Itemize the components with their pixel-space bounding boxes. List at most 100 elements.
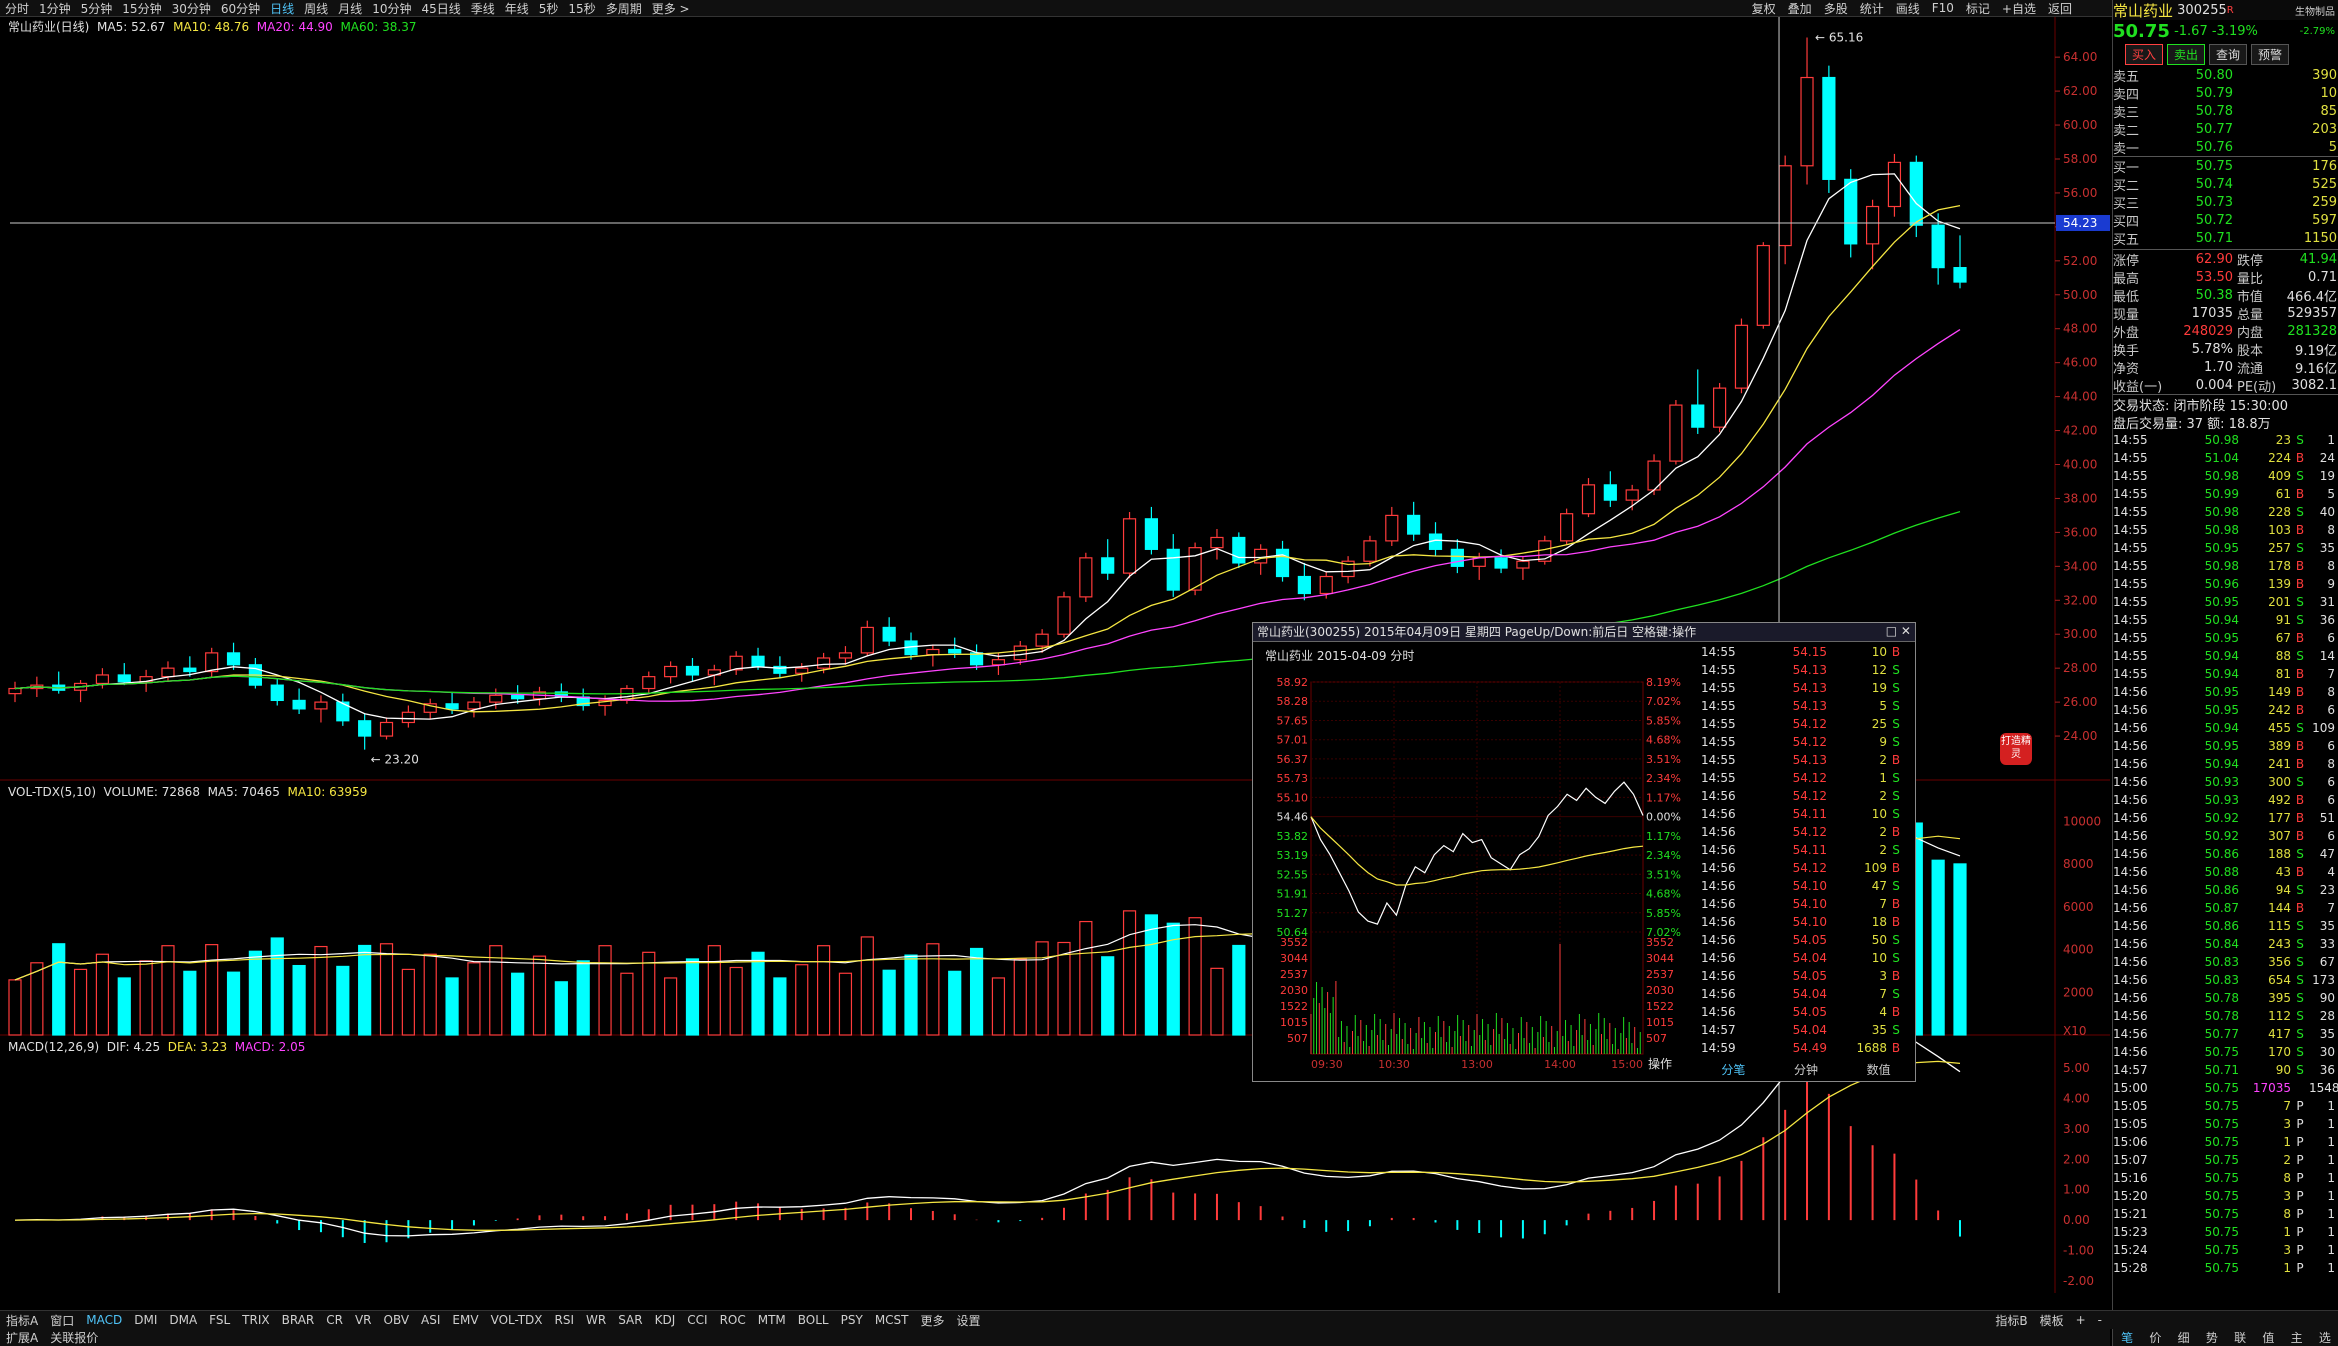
trade-button-2[interactable]: 查询 (2209, 43, 2248, 65)
period-10[interactable]: 45日线 (416, 0, 465, 17)
candle-body[interactable] (1254, 548, 1268, 564)
indicator-6[interactable]: TRIX (236, 1313, 275, 1327)
quote-tab-5[interactable]: 值 (2254, 1329, 2282, 1346)
period-5[interactable]: 60分钟 (216, 0, 265, 17)
candle-body[interactable] (795, 667, 809, 674)
candle-body[interactable] (1560, 513, 1574, 542)
candle-body[interactable] (1581, 484, 1596, 515)
quote-tab-4[interactable]: 联 (2226, 1329, 2254, 1346)
period-11[interactable]: 季线 (466, 0, 500, 17)
indicator-right-3[interactable]: - (2092, 1313, 2108, 1327)
candle-body[interactable] (991, 659, 1006, 666)
indicator-14[interactable]: RSI (549, 1313, 581, 1327)
candle-body[interactable] (511, 694, 525, 700)
popup-tab-1[interactable]: 分钟 (1770, 1061, 1843, 1078)
indicator-16[interactable]: SAR (612, 1313, 648, 1327)
candle-body[interactable] (205, 652, 219, 673)
tool-2[interactable]: 多股 (1818, 0, 1854, 17)
candle-body[interactable] (1953, 267, 1967, 283)
candle-body[interactable] (664, 665, 678, 678)
period-0[interactable]: 分时 (0, 0, 34, 17)
candle-body[interactable] (1734, 324, 1749, 389)
period-8[interactable]: 月线 (333, 0, 367, 17)
candle-body[interactable] (1275, 548, 1290, 578)
candle-body[interactable] (1931, 224, 1945, 269)
candle-body[interactable] (1887, 161, 1902, 208)
tool-6[interactable]: 标记 (1960, 0, 1996, 17)
trade-button-1[interactable]: 卖出 (2167, 43, 2206, 65)
candle-body[interactable] (401, 711, 415, 724)
candle-body[interactable] (685, 665, 700, 676)
indicator-12[interactable]: EMV (446, 1313, 484, 1327)
indicator-right-2[interactable]: + (2070, 1313, 2092, 1327)
indicator-8[interactable]: CR (320, 1313, 349, 1327)
candle-body[interactable] (926, 648, 940, 656)
candle-body[interactable] (183, 667, 197, 673)
candle-body[interactable] (1713, 387, 1727, 428)
candle-body[interactable] (1865, 205, 1880, 245)
intraday-popup[interactable]: 常山药业(300255) 2015年04月09日 星期四 PageUp/Down… (1252, 622, 1916, 1082)
candle-body[interactable] (445, 703, 459, 710)
indicator-19[interactable]: ROC (714, 1313, 752, 1327)
tool-0[interactable]: 复权 (1746, 0, 1782, 17)
indicator-25[interactable]: 设置 (951, 1312, 987, 1329)
indicator-9[interactable]: VR (349, 1313, 378, 1327)
period-14[interactable]: 15秒 (563, 0, 600, 17)
candle-body[interactable] (379, 721, 394, 737)
candle-body[interactable] (489, 694, 503, 703)
indicator-2[interactable]: MACD (80, 1313, 128, 1327)
candle-body[interactable] (1625, 489, 1639, 501)
candle-body[interactable] (95, 674, 110, 685)
candle-body[interactable] (1691, 404, 1705, 428)
close-icon[interactable]: □ ✕ (1886, 624, 1911, 638)
candle-body[interactable] (838, 652, 853, 659)
indicator-17[interactable]: KDJ (649, 1313, 682, 1327)
popup-tab-2[interactable]: 数值 (1842, 1061, 1915, 1078)
candle-body[interactable] (1079, 557, 1093, 598)
period-9[interactable]: 10分钟 (367, 0, 416, 17)
period-1[interactable]: 1分钟 (34, 0, 76, 17)
indicator-22[interactable]: PSY (835, 1313, 869, 1327)
candle-body[interactable] (1756, 244, 1770, 326)
candle-body[interactable] (1035, 633, 1049, 647)
quote-tab-1[interactable]: 价 (2141, 1329, 2169, 1346)
tool-3[interactable]: 统计 (1854, 0, 1890, 17)
candle-body[interactable] (860, 626, 874, 654)
candle-body[interactable] (1909, 161, 1923, 226)
candle-body[interactable] (1822, 76, 1836, 180)
indicator-20[interactable]: MTM (752, 1313, 792, 1327)
candle-body[interactable] (816, 657, 831, 669)
tool-1[interactable]: 叠加 (1782, 0, 1818, 17)
candle-body[interactable] (117, 674, 131, 683)
candle-body[interactable] (1669, 404, 1683, 462)
candle-body[interactable] (1122, 518, 1137, 574)
period-3[interactable]: 15分钟 (117, 0, 166, 17)
indicator-24[interactable]: 更多 (915, 1312, 951, 1329)
popup-operate-button[interactable]: 操作 (1648, 1056, 1672, 1071)
popup-tab-0[interactable]: 分笔 (1697, 1061, 1770, 1078)
indicator-15[interactable]: WR (580, 1313, 612, 1327)
indicator-23[interactable]: MCST (869, 1313, 915, 1327)
candle-body[interactable] (467, 701, 481, 710)
period-15[interactable]: 多周期 (601, 0, 647, 17)
candle-body[interactable] (161, 667, 175, 678)
candle-body[interactable] (1144, 518, 1159, 550)
candle-body[interactable] (270, 684, 284, 702)
tool-5[interactable]: F10 (1926, 1, 1960, 15)
candle-body[interactable] (1013, 645, 1027, 661)
extension-1[interactable]: 关联报价 (44, 1329, 104, 1346)
tool-4[interactable]: 画线 (1890, 0, 1926, 17)
intraday-chart[interactable]: 58.92 8.19% 58.28 7.02% 57.65 5.85% 57.01 4.68%… (1253, 642, 1693, 1080)
trade-button-0[interactable]: 买入 (2125, 43, 2164, 65)
candle-body[interactable] (8, 687, 22, 695)
indicator-13[interactable]: VOL-TDX (485, 1313, 549, 1327)
quote-tab-6[interactable]: 主 (2283, 1329, 2311, 1346)
candle-body[interactable] (1494, 557, 1508, 569)
tool-8[interactable]: 返回 (2042, 0, 2078, 17)
candle-body[interactable] (314, 701, 328, 710)
candle-body[interactable] (1450, 548, 1464, 567)
candle-body[interactable] (1778, 165, 1792, 247)
candle-body[interactable] (1844, 178, 1858, 245)
tool-7[interactable]: +自选 (1996, 0, 2042, 17)
indicator-3[interactable]: DMI (128, 1313, 163, 1327)
